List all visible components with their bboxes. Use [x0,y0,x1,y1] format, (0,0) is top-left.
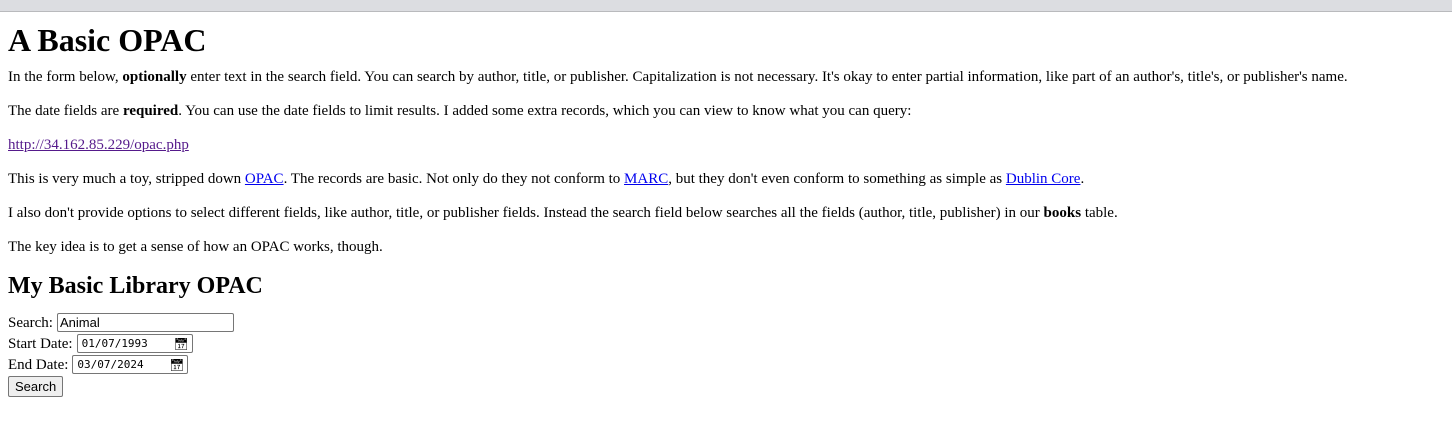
date-info-paragraph: The date fields are required. You can us… [8,103,912,119]
end-date-input[interactable]: 03/07/2024 📅︎ [72,355,189,374]
start-date-label: Start Date: [8,335,73,352]
toy-description-paragraph: This is very much a toy, stripped down O… [8,171,1085,187]
fields-paragraph: I also don't provide options to select d… [8,205,1118,221]
start-date-input[interactable]: 01/07/1993 📅︎ [76,334,193,353]
end-date-value: 03/07/2024 [77,357,144,371]
browser-tab-strip [0,0,1452,12]
intro-paragraph: In the form below, optionally enter text… [8,69,1348,85]
search-input[interactable] [56,313,234,332]
search-row: Search: [8,312,1444,333]
page-content: A Basic OPAC In the form below, optional… [0,22,1452,397]
key-idea-paragraph: The key idea is to get a sense of how an… [8,239,383,255]
page-title: A Basic OPAC [8,22,207,58]
marc-link[interactable]: MARC [624,171,668,187]
dublin-core-link[interactable]: Dublin Core [1006,171,1081,187]
records-link-paragraph: http://34.162.85.229/opac.php [8,136,1444,154]
search-button[interactable]: Search [8,376,64,397]
opac-search-form: Search: Start Date: 01/07/1993 📅︎ End Da… [8,312,1444,397]
start-date-row: Start Date: 01/07/1993 📅︎ [8,333,1444,354]
opac-records-link[interactable]: http://34.162.85.229/opac.php [8,137,189,153]
calendar-icon[interactable]: 📅︎ [169,356,184,374]
form-heading: My Basic Library OPAC [8,273,263,299]
start-date-value: 01/07/1993 [81,336,148,350]
end-date-row: End Date: 03/07/2024 📅︎ [8,354,1444,375]
end-date-label: End Date: [8,356,69,373]
calendar-icon[interactable]: 📅︎ [173,335,188,353]
opac-wiki-link[interactable]: OPAC [245,171,284,187]
search-label: Search: [8,314,53,331]
